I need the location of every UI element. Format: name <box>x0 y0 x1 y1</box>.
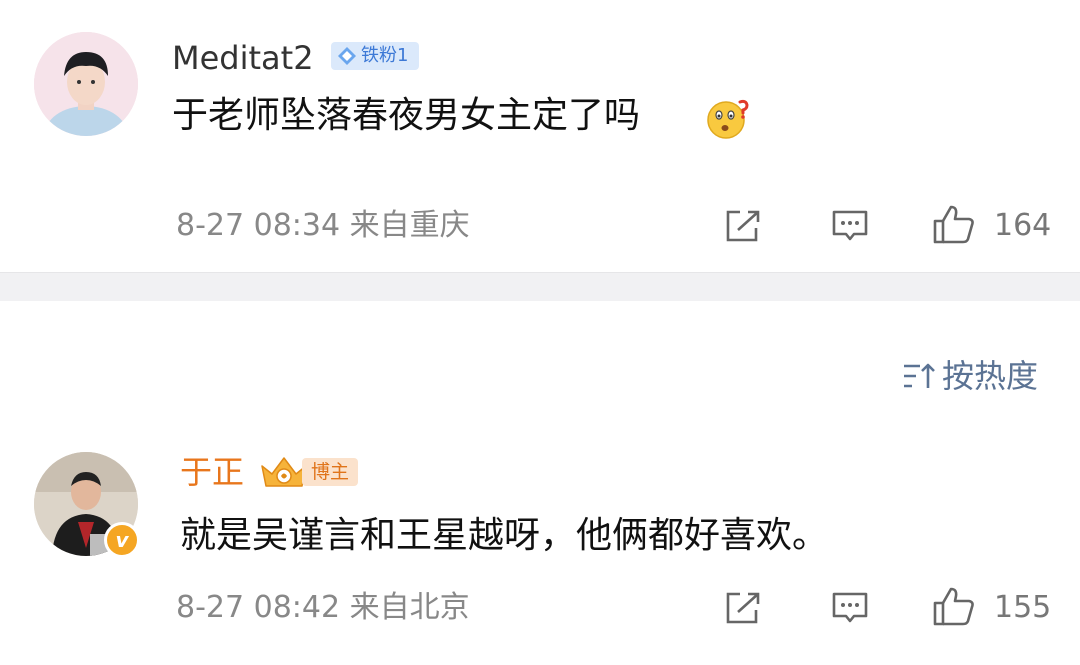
verified-badge: v <box>104 522 140 558</box>
thumbs-up-icon <box>933 205 974 244</box>
section-divider <box>0 272 1080 301</box>
sort-icon <box>904 363 935 388</box>
comment-icon <box>832 210 868 241</box>
username[interactable]: 于正 <box>180 452 244 492</box>
sort-by-hot-button[interactable]: 按热度 <box>902 356 1042 396</box>
avatar-image <box>34 32 138 136</box>
blogger-badge-label: 博主 <box>302 458 358 486</box>
comment-icon <box>832 592 868 623</box>
fan-badge-label: 铁粉1 <box>361 45 409 66</box>
like-count: 164 <box>994 208 1052 243</box>
confused-face-icon <box>707 99 749 139</box>
comment-text: 就是吴谨言和王星越呀，他俩都好喜欢。 <box>180 515 829 556</box>
sort-label: 按热度 <box>942 357 1039 395</box>
share-icon <box>726 592 760 624</box>
post-text: 于老师坠落春夜男女主定了吗 <box>172 95 641 136</box>
post-card: Meditat2 铁粉1 于老师坠落春夜男女主定了吗 8-27 08:34 来自… <box>0 0 1080 272</box>
comment-meta: 8-27 08:42 来自北京 <box>176 590 470 625</box>
thumbs-up-icon <box>933 587 974 626</box>
share-button[interactable] <box>724 208 764 244</box>
fan-badge[interactable]: 铁粉1 <box>331 42 419 70</box>
username[interactable]: Meditat2 <box>172 38 314 78</box>
post-meta: 8-27 08:34 来自重庆 <box>176 208 470 243</box>
diamond-icon <box>338 47 356 65</box>
share-button[interactable] <box>724 590 764 626</box>
like-button[interactable] <box>932 586 976 626</box>
comment-button[interactable] <box>830 208 870 244</box>
like-button[interactable] <box>932 204 976 244</box>
weibo-comment-page: Meditat2 铁粉1 于老师坠落春夜男女主定了吗 8-27 08:34 来自… <box>0 0 1080 665</box>
share-icon <box>726 210 760 242</box>
like-count: 155 <box>994 590 1052 625</box>
comment-button[interactable] <box>830 590 870 626</box>
avatar[interactable] <box>34 32 138 136</box>
blogger-badge[interactable]: 博主 <box>258 454 360 490</box>
